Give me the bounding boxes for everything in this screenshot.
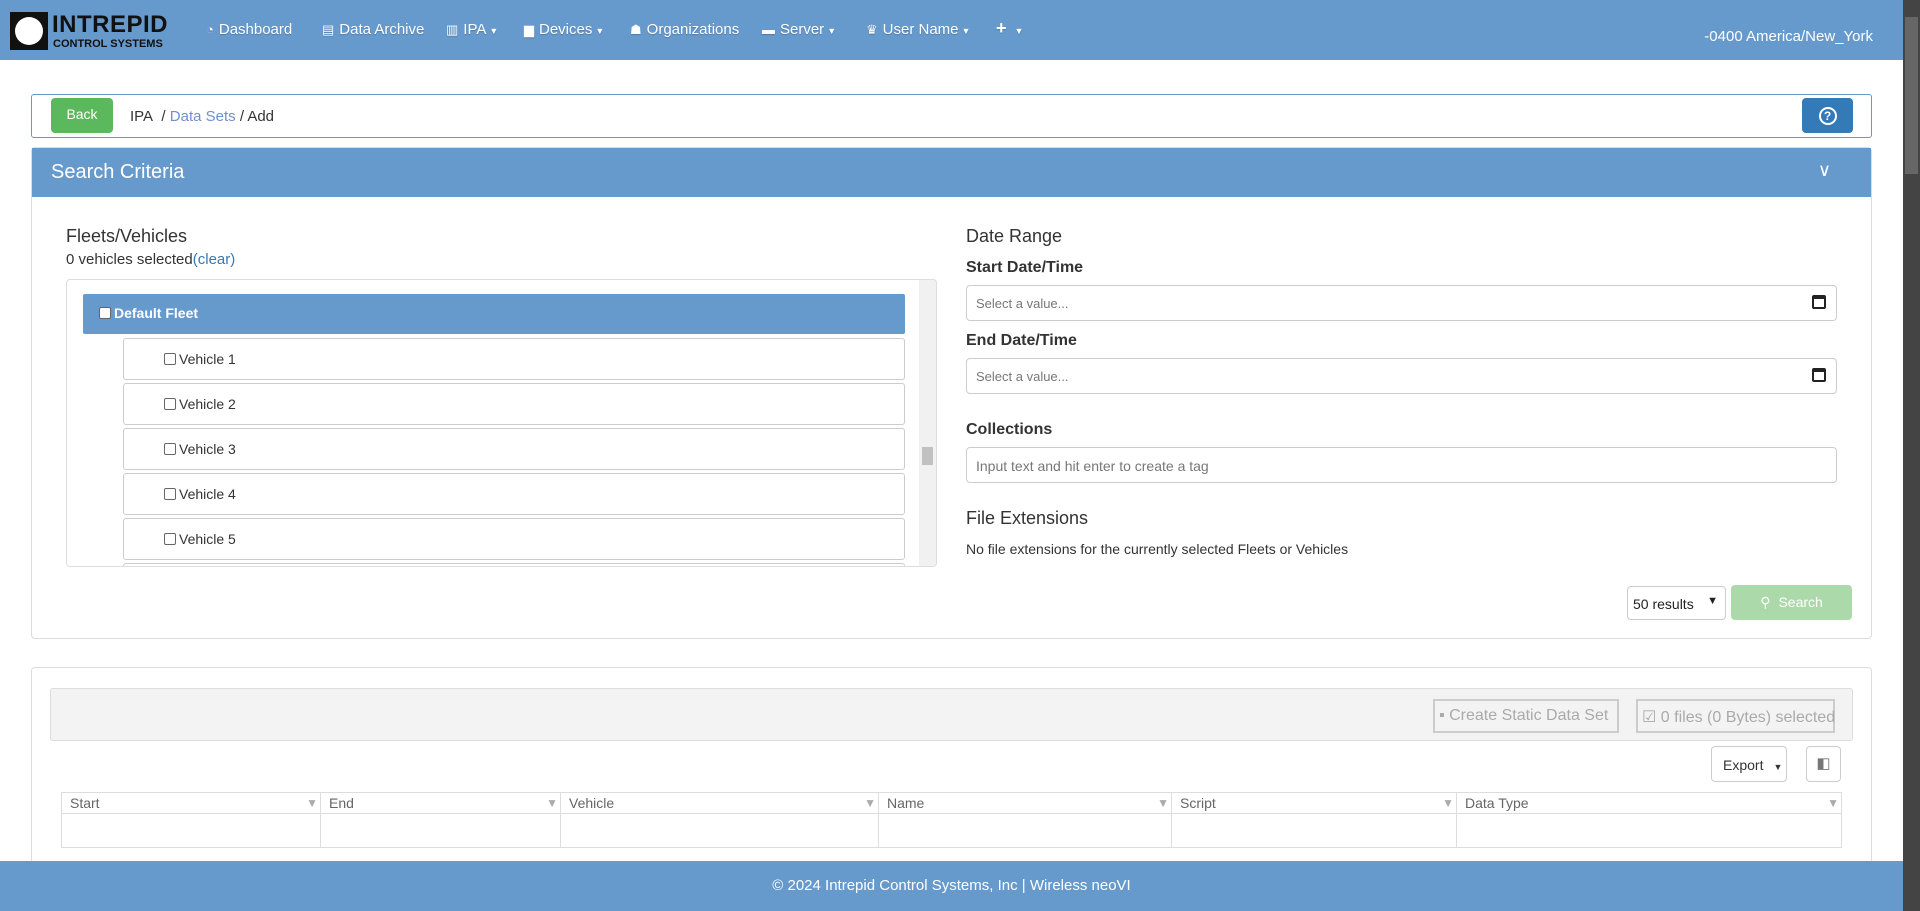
plus-icon: + xyxy=(996,18,1007,38)
check-square-icon: ☑ xyxy=(1642,709,1657,726)
vehicle-row[interactable]: Vehicle 1 xyxy=(123,338,905,380)
calendar-icon[interactable] xyxy=(1812,295,1826,309)
results-count-select[interactable]: 50 results ▼ xyxy=(1627,586,1726,620)
fleets-title: Fleets/Vehicles xyxy=(66,226,188,246)
intrepid-logo[interactable]: INTREPID CONTROL SYSTEMS xyxy=(10,11,186,50)
collections-label: Collections xyxy=(966,421,1053,438)
results-toolbar: ▪ Create Static Data Set ☑ 0 files (0 By… xyxy=(50,688,1853,741)
vehicle-row[interactable]: Vehicle 2 xyxy=(123,383,905,425)
filter-row xyxy=(61,813,1842,848)
column-header-start[interactable]: Start ▼ xyxy=(61,792,321,814)
filter-cell[interactable] xyxy=(1456,813,1842,848)
column-header-end[interactable]: End ▼ xyxy=(320,792,561,814)
panel-header[interactable]: Search Criteria xyxy=(32,148,1871,197)
filter-icon[interactable]: ▼ xyxy=(1157,796,1169,810)
vehicle-checkbox[interactable] xyxy=(164,488,176,500)
nav-dashboard[interactable]: ◔ Dashboard xyxy=(206,21,292,38)
calendar-icon[interactable] xyxy=(1812,368,1826,382)
nav-organizations[interactable]: ☗ Organizations xyxy=(630,21,739,38)
end-date-label: End Date/Time xyxy=(966,332,1077,349)
table-header-row: Start ▼ End ▼ Vehicle ▼ Name ▼ Script ▼ Data … xyxy=(61,792,1842,814)
vehicle-checkbox[interactable] xyxy=(164,443,176,455)
filter-cell[interactable] xyxy=(878,813,1172,848)
search-icon: ⚲ xyxy=(1760,594,1771,610)
column-header-script[interactable]: Script ▼ xyxy=(1171,792,1457,814)
page-scrollbar[interactable] xyxy=(1903,0,1920,911)
file-extensions-message: No file extensions for the currently sel… xyxy=(966,541,1349,557)
nav-data-archive[interactable]: ▤ Data Archive xyxy=(322,21,424,38)
column-header-name[interactable]: Name ▼ xyxy=(878,792,1172,814)
fleet-row[interactable]: Default Fleet xyxy=(83,294,905,334)
filter-cell[interactable] xyxy=(61,813,321,848)
filter-icon[interactable]: ▼ xyxy=(864,796,876,810)
results-table: Start ▼ End ▼ Vehicle ▼ Name ▼ Script ▼ Data … xyxy=(61,792,1842,848)
filter-icon[interactable]: ▼ xyxy=(306,796,318,810)
start-date-label: Start Date/Time xyxy=(966,259,1084,276)
export-dropdown[interactable]: Export ▼ xyxy=(1711,746,1787,782)
help-button[interactable]: ? xyxy=(1802,98,1853,133)
filter-icon[interactable]: ▼ xyxy=(1827,796,1839,810)
files-selected-button[interactable]: ☑ 0 files (0 Bytes) selected xyxy=(1636,699,1835,733)
cube-icon: ▪ xyxy=(1439,707,1445,724)
nav-add[interactable]: + ▼ xyxy=(996,18,1023,39)
nav-server[interactable]: ▬ Server ▼ xyxy=(762,21,836,38)
beer-mug-icon: ▥ xyxy=(446,22,459,37)
search-button[interactable]: ⚲ Search xyxy=(1731,585,1852,620)
sitemap-icon: ☗ xyxy=(630,22,642,37)
column-header-vehicle[interactable]: Vehicle ▼ xyxy=(560,792,879,814)
footer: © 2024 Intrepid Control Systems, Inc | W… xyxy=(0,861,1903,911)
vehicle-checkbox[interactable] xyxy=(164,533,176,545)
column-header-data-type[interactable]: Data Type ▼ xyxy=(1456,792,1842,814)
crown-icon: ♛ xyxy=(866,22,878,37)
chevron-down-icon[interactable]: ∨ xyxy=(1818,160,1831,181)
tree-scrollbar[interactable] xyxy=(919,280,936,566)
vehicle-row-partial[interactable] xyxy=(123,563,905,566)
file-search-icon: ▤ xyxy=(322,22,335,37)
date-range-title: Date Range xyxy=(966,226,1063,246)
vehicle-row[interactable]: Vehicle 3 xyxy=(123,428,905,470)
server-icon: ▬ xyxy=(762,22,775,37)
nav-devices[interactable]: ▆ Devices ▼ xyxy=(524,21,604,38)
filter-cell[interactable] xyxy=(320,813,561,848)
filter-icon[interactable]: ▼ xyxy=(1442,796,1454,810)
fleet-tree: Default Fleet Vehicle 1 Vehicle 2 Vehicl… xyxy=(66,279,937,567)
vehicle-checkbox[interactable] xyxy=(164,353,176,365)
vehicle-row[interactable]: Vehicle 5 xyxy=(123,518,905,560)
back-button[interactable]: Back xyxy=(51,98,113,133)
breadcrumb: IPA / Data Sets / Add xyxy=(130,108,275,125)
navbar: INTREPID CONTROL SYSTEMS ◔ Dashboard ▤ Dat… xyxy=(0,0,1903,60)
create-static-data-set-button[interactable]: ▪ Create Static Data Set xyxy=(1433,699,1619,733)
columns-icon: ◧ xyxy=(1816,755,1831,772)
clear-link[interactable]: (clear) xyxy=(193,251,236,268)
chevron-down-icon: ▼ xyxy=(1707,595,1718,607)
question-circle-icon: ? xyxy=(1818,107,1837,125)
breadcrumb-bar: Back IPA / Data Sets / Add ? xyxy=(31,94,1872,138)
nav-ipa[interactable]: ▥ IPA ▼ xyxy=(446,21,498,38)
filter-icon[interactable]: ▼ xyxy=(546,796,558,810)
file-extensions-title: File Extensions xyxy=(966,508,1089,528)
filter-cell[interactable] xyxy=(1171,813,1457,848)
filter-cell[interactable] xyxy=(560,813,879,848)
vehicles-selected: 0 vehicles selected(clear) xyxy=(66,251,236,268)
fleet-checkbox[interactable] xyxy=(99,307,111,319)
collections-input[interactable]: Input text and hit enter to create a tag xyxy=(966,447,1837,483)
nav-user[interactable]: ♛ User Name ▼ xyxy=(866,21,970,38)
column-chooser-button[interactable]: ◧ xyxy=(1806,746,1841,782)
vehicle-checkbox[interactable] xyxy=(164,398,176,410)
start-date-input[interactable]: Select a value... xyxy=(966,285,1837,321)
vehicle-row[interactable]: Vehicle 4 xyxy=(123,473,905,515)
end-date-input[interactable]: Select a value... xyxy=(966,358,1837,394)
timezone: -0400 America/New_York xyxy=(1704,28,1873,45)
dashboard-icon: ◔ xyxy=(206,22,214,37)
breadcrumb-data-sets-link[interactable]: Data Sets xyxy=(170,108,236,125)
device-icon: ▆ xyxy=(524,22,534,37)
logo-mark xyxy=(10,12,48,50)
